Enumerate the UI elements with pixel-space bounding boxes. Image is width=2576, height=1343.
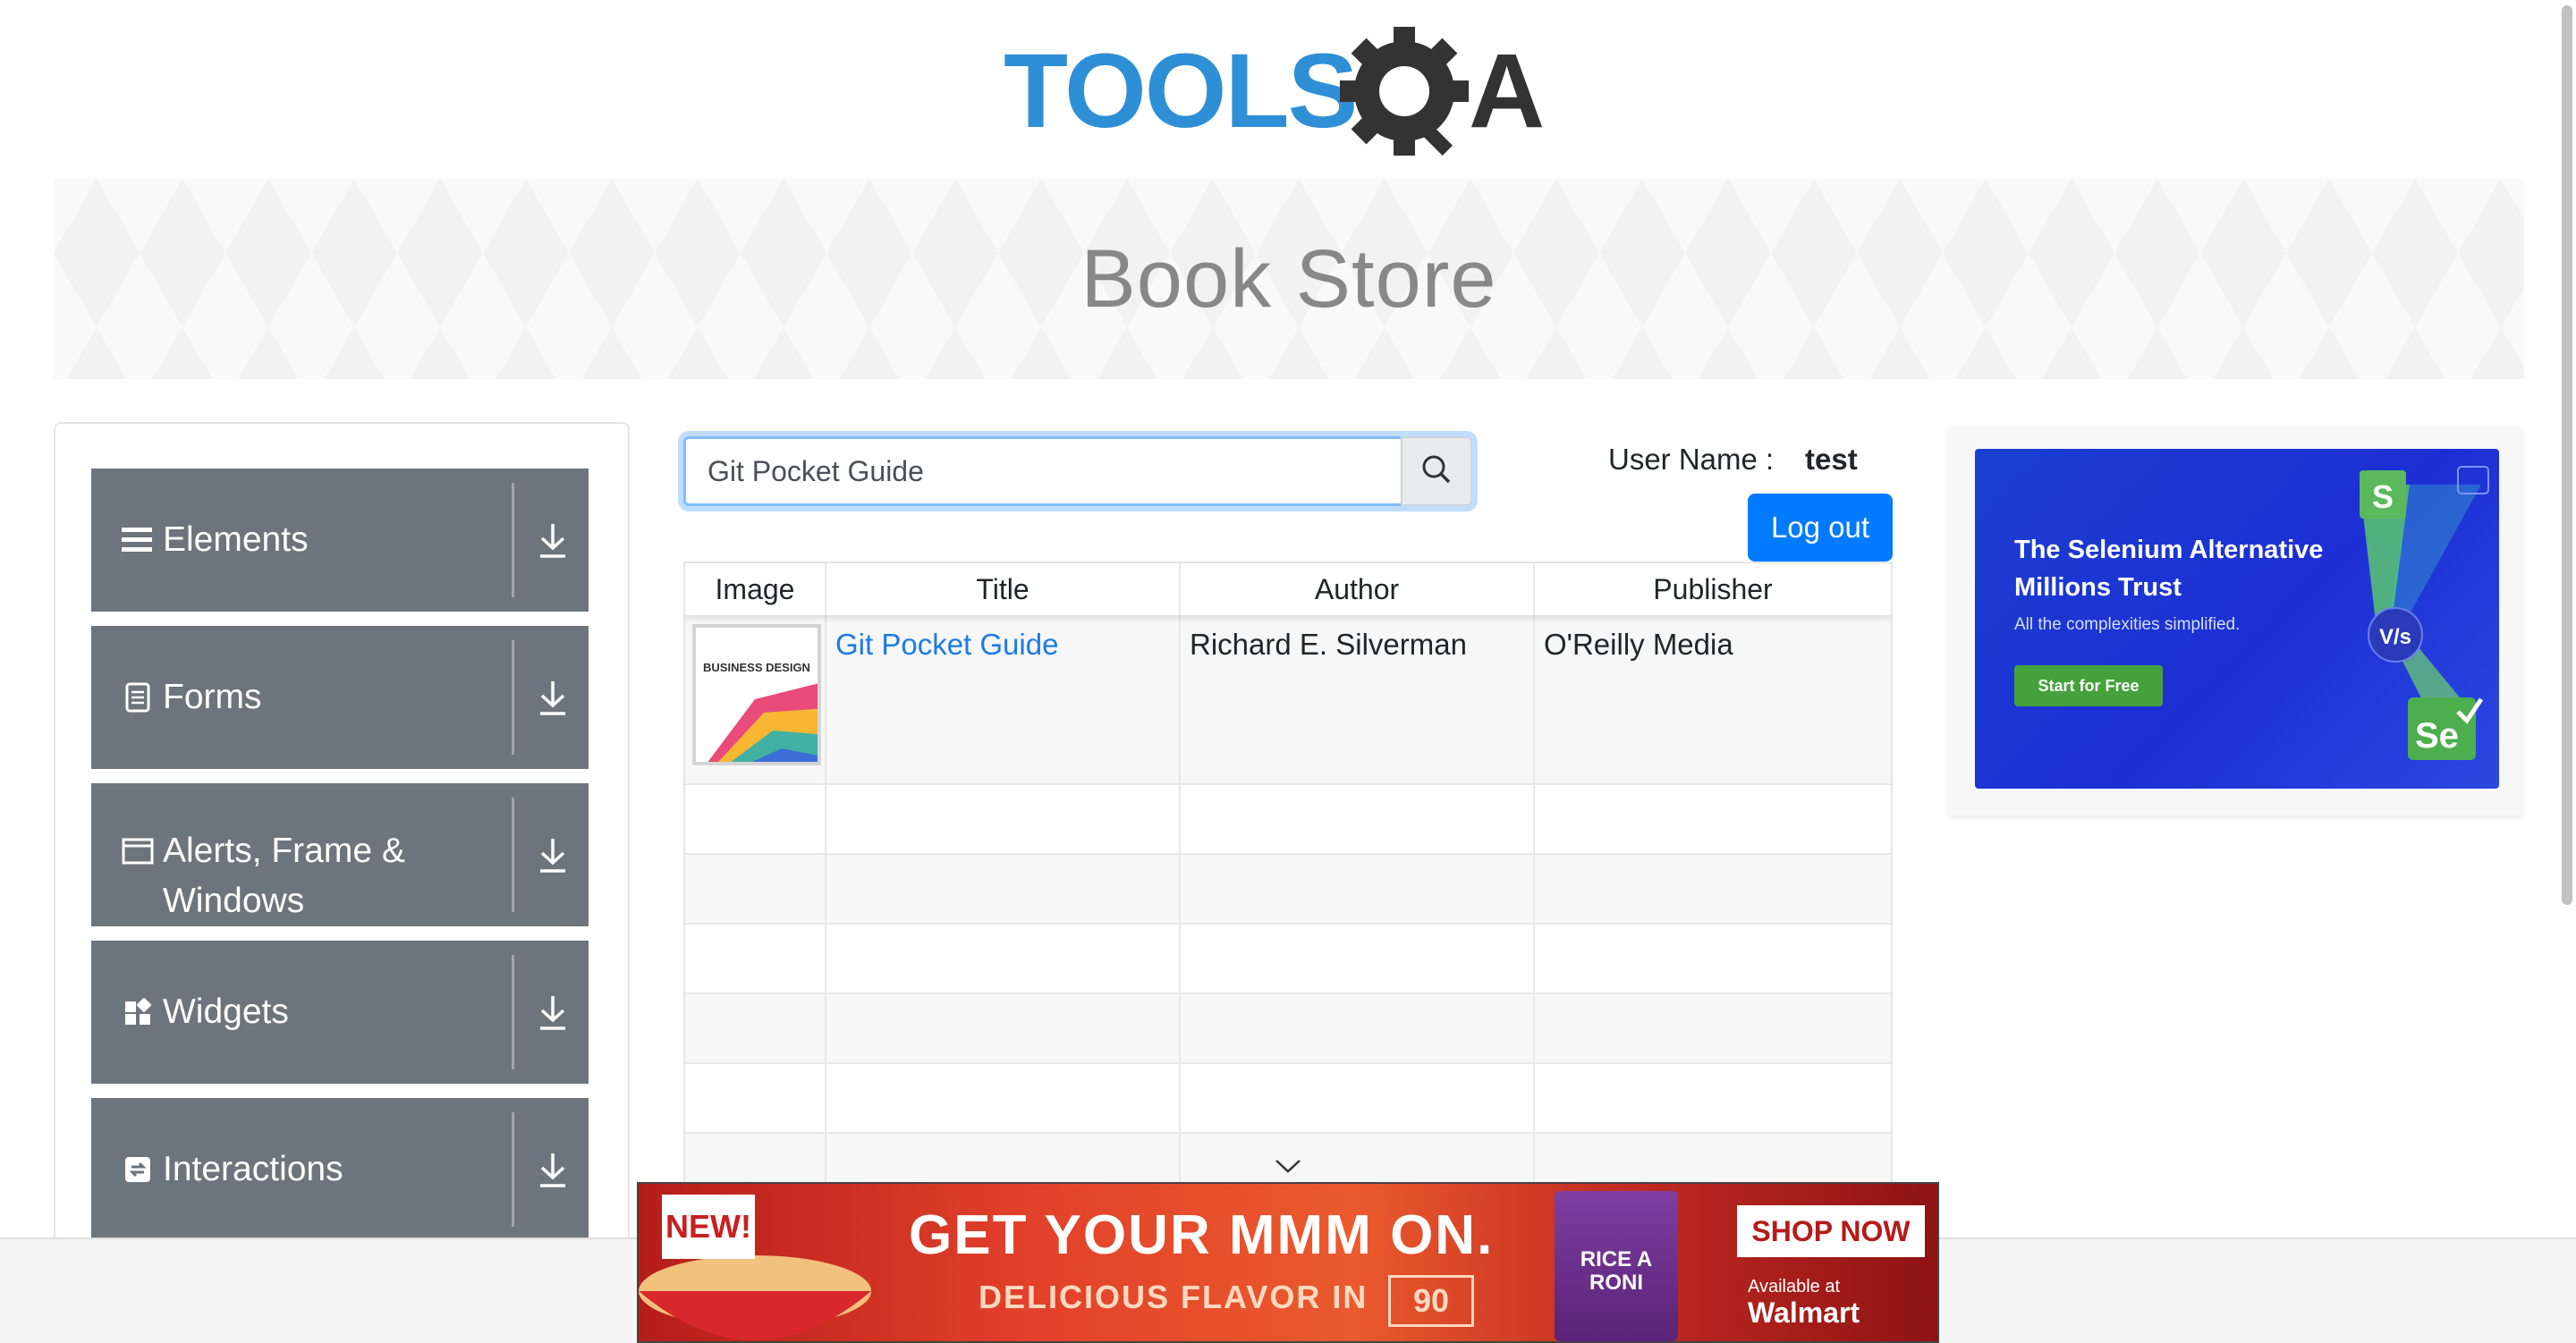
page-title: Book Store	[1080, 232, 1497, 325]
sidebar: Elements Forms Alerts, Frame & Windows W…	[54, 422, 630, 1343]
book-image-cell: BUSINESS DESIGN	[685, 615, 826, 783]
table-row-empty	[685, 1064, 1891, 1134]
ad-subline: DELICIOUS FLAVOR IN	[979, 1279, 1368, 1315]
sidebar-group-forms[interactable]: Forms	[91, 626, 589, 769]
sidebar-group-elements[interactable]: Elements	[91, 469, 589, 612]
svg-text:S: S	[2372, 478, 2394, 515]
books-table: Image Title Author Publisher BUSINESS DE…	[683, 562, 1893, 1241]
book-title-cell: Git Pocket Guide	[826, 615, 1181, 783]
sidebar-group-widgets[interactable]: Widgets	[91, 941, 589, 1084]
search-input[interactable]	[683, 436, 1472, 506]
page-banner: Book Store	[54, 179, 2524, 379]
sidebar-group-label: Widgets	[163, 992, 289, 1031]
sidebar-group-alerts[interactable]: Alerts, Frame & Windows	[91, 783, 589, 926]
search-icon	[1421, 454, 1452, 489]
interactions-icon	[122, 1153, 154, 1186]
rows-dropdown-chevron-icon[interactable]	[1274, 1157, 1302, 1179]
widgets-icon	[122, 996, 154, 1028]
svg-text:V/s: V/s	[2379, 625, 2411, 649]
ad-seconds: 90	[1388, 1275, 1474, 1327]
download-arrow-icon	[537, 1150, 569, 1189]
table-row-empty	[685, 785, 1891, 855]
ad-decoration-icon: S V/s Se	[2360, 466, 2489, 760]
column-header-publisher[interactable]: Publisher	[1535, 563, 1891, 615]
logo-text-a: A	[1469, 32, 1545, 150]
column-header-image[interactable]: Image	[685, 563, 826, 615]
scrollbar-thumb[interactable]	[2562, 5, 2572, 905]
ad-headline: GET YOUR MMM ON.	[909, 1204, 1495, 1266]
book-cover-image: BUSINESS DESIGN	[692, 624, 821, 765]
ad-product: RICE A RONI	[1555, 1191, 1678, 1341]
table-row-empty	[685, 855, 1891, 925]
column-header-title[interactable]: Title	[826, 563, 1181, 615]
sidebar-group-label: Elements	[163, 520, 309, 559]
table-row-empty	[685, 994, 1891, 1064]
logo-text-tools: TOOLS	[1004, 32, 1356, 150]
download-arrow-icon	[537, 678, 569, 717]
ad-start-button[interactable]: Start for Free	[2014, 665, 2163, 706]
table-row-empty	[685, 925, 1891, 994]
qa-gear-icon	[1340, 27, 1469, 156]
sidebar-advertisement[interactable]: The Selenium Alternative Millions Trust …	[1948, 427, 2522, 815]
column-header-author[interactable]: Author	[1181, 563, 1535, 615]
book-author-cell: Richard E. Silverman	[1181, 615, 1535, 783]
search-button[interactable]	[1401, 436, 1472, 506]
document-icon	[122, 681, 154, 714]
ad-subtext: All the complexities simplified.	[2014, 615, 2241, 634]
table-row: BUSINESS DESIGN Git Pocket Guide Richard…	[685, 615, 1891, 785]
sidebar-group-interactions[interactable]: Interactions	[91, 1098, 589, 1241]
sidebar-group-label: Interactions	[163, 1150, 343, 1188]
ad-retailer: Walmart	[1748, 1297, 1860, 1329]
ad-new-badge: NEW!	[662, 1195, 755, 1259]
svg-text:Se: Se	[2415, 716, 2459, 756]
ad-shop-now-button[interactable]: SHOP NOW	[1737, 1205, 1925, 1257]
ad-banner[interactable]: The Selenium Alternative Millions Trust …	[1975, 449, 2499, 789]
user-name-label: User Name :	[1608, 443, 1775, 476]
ad-available-text: Available at	[1748, 1277, 1841, 1297]
download-arrow-icon	[537, 992, 569, 1032]
window-icon	[122, 835, 154, 867]
sidebar-group-label: Alerts, Frame & Windows	[163, 832, 405, 920]
hamburger-icon	[122, 524, 154, 556]
logout-button[interactable]: Log out	[1748, 494, 1893, 562]
sidebar-group-label: Forms	[163, 678, 262, 716]
bottom-advertisement[interactable]: NEW! GET YOUR MMM ON. DELICIOUS FLAVOR I…	[637, 1182, 1939, 1343]
book-publisher-cell: O'Reilly Media	[1544, 628, 1733, 661]
table-header: Image Title Author Publisher	[685, 563, 1891, 615]
download-arrow-icon	[537, 835, 569, 874]
download-arrow-icon	[537, 520, 569, 560]
book-title-link[interactable]: Git Pocket Guide	[835, 628, 1058, 661]
toolsqa-logo[interactable]: TOOLS A	[1004, 27, 1581, 161]
user-name-value: test	[1805, 443, 1858, 476]
